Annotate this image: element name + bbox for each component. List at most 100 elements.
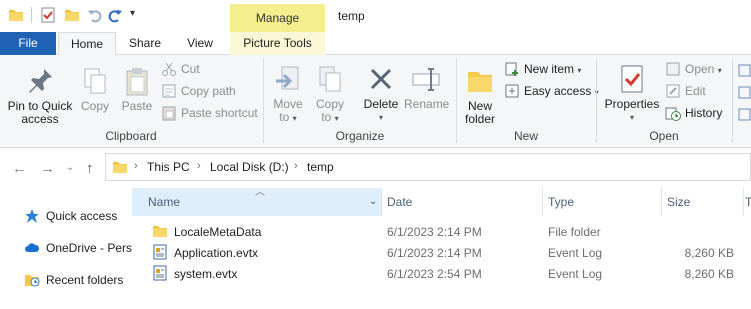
properties-label: Properties <box>604 97 660 111</box>
column-dropdown-chevron-icon[interactable]: ⌄ <box>369 196 377 207</box>
easy-access-icon <box>505 84 519 98</box>
open-button[interactable]: Open ▾ <box>665 59 722 79</box>
copy-to-button[interactable]: Copy to ▾ <box>310 63 350 125</box>
scissors-icon <box>162 62 176 76</box>
open-label: Open <box>685 62 715 76</box>
properties-dropdown-icon: ▾ <box>629 113 634 122</box>
properties-button[interactable]: Properties ▾ <box>602 63 662 124</box>
file-name: LocaleMetaData <box>174 225 262 239</box>
tab-picture-tools[interactable]: Picture Tools <box>230 32 325 55</box>
column-divider[interactable] <box>542 188 543 216</box>
copy-button[interactable]: Copy <box>76 65 114 113</box>
open-dropdown-icon: ▾ <box>717 66 722 75</box>
file-type: Event Log <box>548 246 603 260</box>
nav-item-label: Recent folders <box>46 273 124 287</box>
clipboard-icon <box>126 68 148 96</box>
edit-button[interactable]: Edit <box>665 81 706 101</box>
column-header-type[interactable]: Type <box>548 195 574 209</box>
column-header-date[interactable]: Date <box>387 195 412 209</box>
ribbon-tabs: File Home Share View Picture Tools <box>0 32 751 56</box>
back-arrow-icon[interactable]: ← <box>12 160 27 177</box>
column-divider[interactable] <box>381 188 382 216</box>
copy-path-button[interactable]: Copy path <box>161 81 236 101</box>
delete-button[interactable]: Delete ▾ <box>360 63 402 124</box>
file-row[interactable]: LocaleMetaData <box>152 223 261 239</box>
nav-item-this-pc-partial[interactable] <box>48 302 88 309</box>
breadcrumb-local-disk[interactable]: Local Disk (D:) <box>210 160 289 174</box>
tab-view[interactable]: View <box>174 32 226 55</box>
copy-to-dropdown-icon: ▾ <box>334 114 339 123</box>
cut-button[interactable]: Cut <box>161 59 200 79</box>
ribbon: Pin to Quick access Copy Paste Cut Copy … <box>0 55 751 148</box>
easy-access-button[interactable]: Easy access ▾ <box>504 81 599 101</box>
tab-home[interactable]: Home <box>58 32 116 56</box>
column-divider[interactable] <box>743 188 744 216</box>
redo-icon[interactable] <box>107 7 123 23</box>
pin-icon <box>29 69 52 93</box>
file-type: Event Log <box>548 267 603 281</box>
move-to-button[interactable]: Move to ▾ <box>268 63 308 125</box>
folder-icon <box>113 162 127 173</box>
up-arrow-icon[interactable]: ↑ <box>86 160 94 177</box>
group-separator <box>732 59 733 143</box>
properties-check-icon[interactable] <box>40 7 56 23</box>
manage-tab[interactable]: Manage <box>230 4 325 32</box>
file-row[interactable]: Application.evtx <box>152 244 258 260</box>
select-group-icons[interactable] <box>738 63 751 123</box>
breadcrumb-temp[interactable]: temp <box>307 160 334 174</box>
tab-share[interactable]: Share <box>118 32 172 55</box>
nav-item-label: Quick access <box>46 209 118 223</box>
edit-icon <box>666 84 680 98</box>
customize-toolbar-icon[interactable]: ▾ <box>130 8 135 19</box>
column-header-size[interactable]: Size <box>667 195 690 209</box>
breadcrumb-chevron-icon[interactable]: › <box>197 160 201 172</box>
star-icon <box>25 209 39 223</box>
properties-icon <box>621 65 643 93</box>
new-folder-label-2: folder <box>464 112 496 126</box>
column-divider[interactable] <box>661 188 662 216</box>
new-item-dropdown-icon: ▾ <box>577 66 582 75</box>
undo-icon[interactable] <box>87 7 103 23</box>
breadcrumb-this-pc[interactable]: This PC <box>147 160 190 174</box>
rename-button[interactable]: Rename <box>404 63 449 111</box>
copy-icon <box>84 68 106 94</box>
folder-icon <box>9 10 23 21</box>
clipboard-group-label: Clipboard <box>105 129 157 143</box>
file-explorer-window: ▾ Manage temp File Home Share View Pictu… <box>0 0 751 309</box>
sort-ascending-icon: ︿ <box>255 187 265 198</box>
easy-access-label: Easy access <box>524 84 592 98</box>
new-item-label: New item <box>524 62 575 76</box>
move-to-label-2: to ▾ <box>268 111 308 125</box>
file-type: File folder <box>548 225 601 239</box>
column-header-tags[interactable]: T <box>745 195 751 209</box>
nav-item-onedrive[interactable]: OneDrive - Pers <box>24 240 132 256</box>
paste-shortcut-button[interactable]: Paste shortcut <box>161 103 258 123</box>
paste-shortcut-label: Paste shortcut <box>181 106 258 120</box>
delete-x-icon <box>370 68 392 90</box>
recent-folder-icon <box>25 275 40 287</box>
breadcrumb-chevron-icon[interactable]: › <box>134 160 138 172</box>
event-log-icon <box>153 244 167 260</box>
new-item-icon <box>505 62 518 76</box>
tab-file[interactable]: File <box>0 32 56 55</box>
copy-path-label: Copy path <box>181 84 236 98</box>
forward-arrow-icon[interactable]: → <box>40 160 55 177</box>
file-date: 6/1/2023 2:54 PM <box>387 267 482 281</box>
history-button[interactable]: History <box>665 103 722 123</box>
folder-icon <box>153 226 167 237</box>
address-bar[interactable]: › This PC › Local Disk (D:) › temp <box>105 153 751 181</box>
new-item-button[interactable]: New item ▾ <box>504 59 581 79</box>
pin-to-quick-access-button[interactable]: Pin to Quick access <box>4 65 76 126</box>
edit-label: Edit <box>685 84 706 98</box>
nav-item-quick-access[interactable]: Quick access <box>24 208 117 224</box>
paste-button[interactable]: Paste <box>118 65 156 113</box>
new-folder-button[interactable]: New folder <box>460 65 500 126</box>
recent-locations-chevron-icon[interactable]: ⌄ <box>66 162 74 173</box>
new-folder-quick-icon[interactable] <box>64 7 80 23</box>
file-row[interactable]: system.evtx <box>152 265 237 281</box>
nav-item-recent-folders[interactable]: Recent folders <box>24 272 123 288</box>
file-date: 6/1/2023 2:14 PM <box>387 225 482 239</box>
breadcrumb-chevron-icon[interactable]: › <box>294 160 298 172</box>
column-header-name[interactable]: Name <box>148 195 180 209</box>
title-bar: ▾ Manage temp <box>0 0 751 32</box>
